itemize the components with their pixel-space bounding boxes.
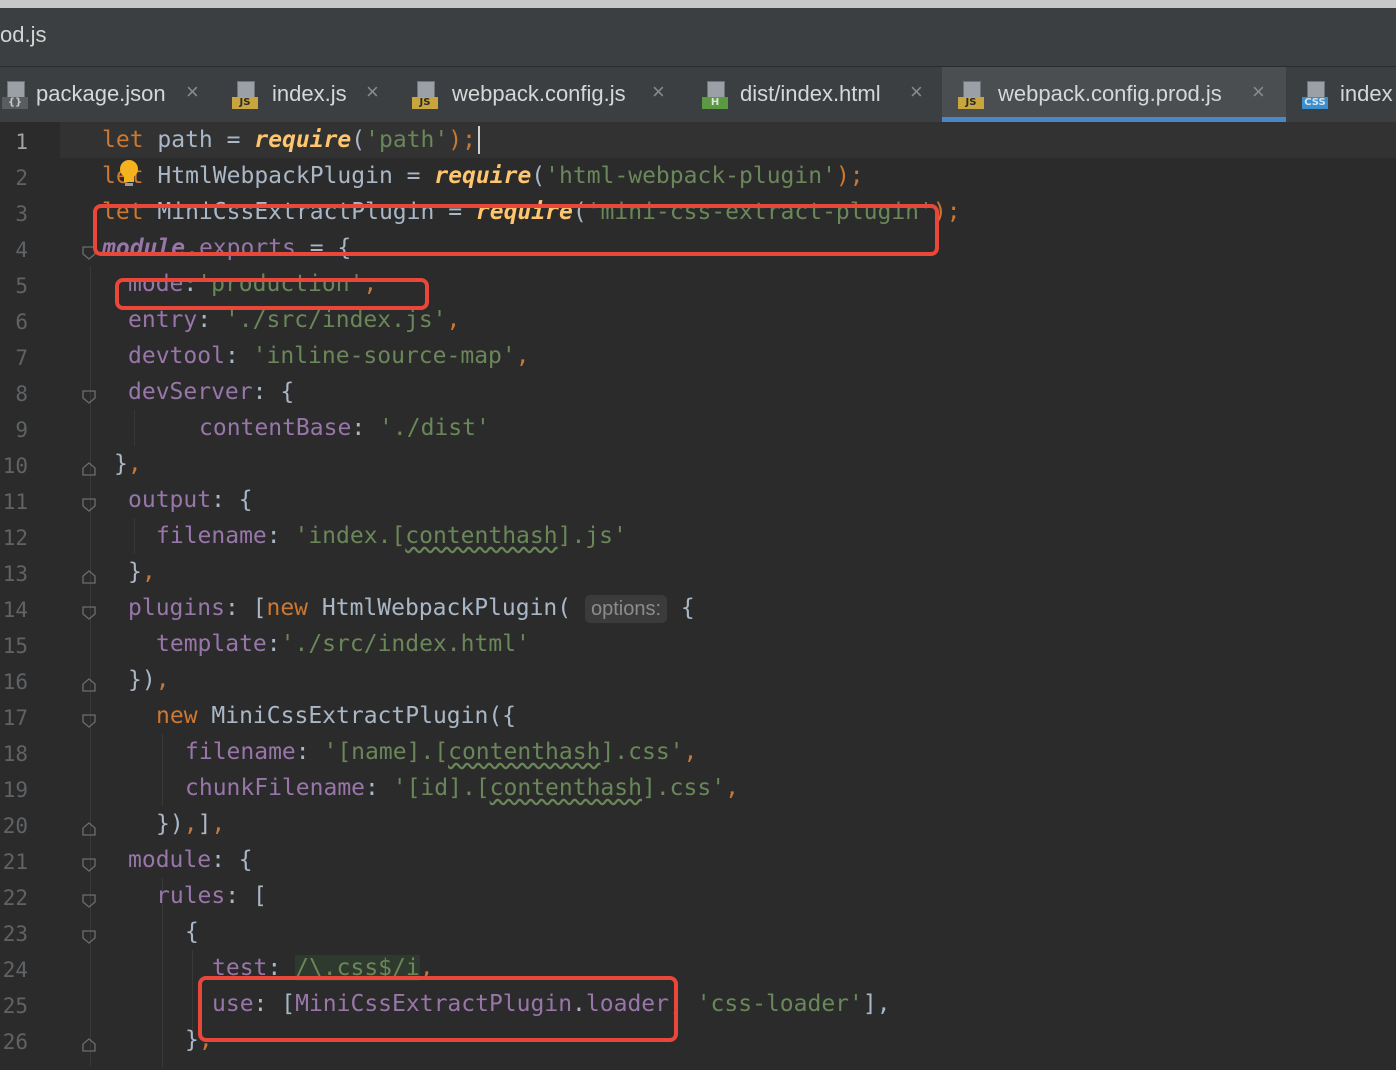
- tab-webpack-config-js[interactable]: JS webpack.config.js ×: [402, 67, 690, 122]
- fold-icon[interactable]: [82, 858, 96, 872]
- fold-icon[interactable]: [82, 390, 96, 404]
- code-line-14: plugins: [new HtmlWebpackPlugin( options…: [128, 594, 695, 623]
- annotation-box-require: [93, 204, 939, 256]
- close-icon[interactable]: ×: [186, 79, 199, 105]
- code-line-18: filename: '[name].[contenthash].css',: [185, 739, 698, 765]
- code-line-20: }),],: [156, 811, 226, 837]
- code-line-1: let path = require('path');: [102, 127, 476, 153]
- fold-icon[interactable]: [82, 1038, 96, 1052]
- text-caret: [478, 126, 480, 154]
- window-top-strip: [0, 0, 1396, 8]
- tab-label: webpack.config.js: [452, 81, 626, 106]
- parameter-hint: options:: [585, 594, 668, 623]
- code-line-17: new MiniCssExtractPlugin({: [156, 703, 517, 729]
- fold-icon[interactable]: [82, 678, 96, 692]
- indent-guide: [134, 518, 135, 554]
- js-file-icon: JS: [232, 81, 258, 109]
- line-number: 20: [2, 814, 28, 838]
- close-icon[interactable]: ×: [1252, 79, 1265, 105]
- line-number: 4: [15, 238, 28, 262]
- code-line-8: devServer: {: [128, 379, 295, 405]
- window-title: od.js: [0, 22, 47, 47]
- code-line-12: filename: 'index.[contenthash].js': [156, 523, 627, 549]
- tab-label: webpack.config.prod.js: [998, 81, 1222, 106]
- line-number: 1: [15, 130, 28, 154]
- line-number-gutter: 1 2 3 4 5 6 7 8 9 10 11 12 13 14 15 16 1…: [0, 122, 60, 1070]
- line-number: 3: [15, 202, 28, 226]
- annotation-box-mode: [115, 278, 429, 310]
- line-number: 25: [2, 994, 28, 1018]
- fold-icon[interactable]: [82, 462, 96, 476]
- line-number: 8: [15, 382, 28, 406]
- line-number: 15: [2, 634, 28, 658]
- tab-package-json[interactable]: {} package.json ×: [0, 67, 222, 122]
- fold-icon[interactable]: [82, 606, 96, 620]
- lightbulb-icon[interactable]: [118, 158, 140, 188]
- json-file-icon: {}: [2, 81, 28, 109]
- code-line-9: contentBase: './dist': [199, 415, 490, 441]
- tab-label: dist/index.html: [740, 81, 881, 106]
- fold-icon[interactable]: [82, 498, 96, 512]
- line-number: 26: [2, 1030, 28, 1054]
- indent-guide: [162, 734, 163, 806]
- line-number: 5: [15, 274, 28, 298]
- code-line-21: module: {: [128, 847, 253, 873]
- line-number: 12: [2, 526, 28, 550]
- line-number: 14: [2, 598, 28, 622]
- html-file-icon: H: [702, 81, 728, 109]
- close-icon[interactable]: ×: [366, 79, 379, 105]
- fold-icon[interactable]: [82, 714, 96, 728]
- line-number: 9: [15, 418, 28, 442]
- code-line-22: rules: [: [156, 883, 267, 909]
- tab-index-css[interactable]: CSS index: [1286, 67, 1396, 122]
- code-line-2: let HtmlWebpackPlugin = require('html-we…: [102, 163, 864, 189]
- js-file-icon: JS: [958, 81, 984, 109]
- line-number: 19: [2, 778, 28, 802]
- line-number: 16: [2, 670, 28, 694]
- tab-webpack-config-prod-js[interactable]: JS webpack.config.prod.js ×: [942, 67, 1286, 122]
- line-number: 21: [2, 850, 28, 874]
- line-number: 23: [2, 922, 28, 946]
- css-file-icon: CSS: [1302, 81, 1328, 109]
- code-line-15: template:'./src/index.html': [156, 631, 530, 657]
- indent-guide: [134, 410, 135, 446]
- annotation-box-loader: [198, 976, 678, 1042]
- line-number: 11: [2, 490, 28, 514]
- code-line-16: }),: [128, 667, 170, 693]
- fold-icon[interactable]: [82, 894, 96, 908]
- code-line-11: output: {: [128, 487, 253, 513]
- code-line-23: {: [185, 919, 199, 945]
- line-number: 7: [15, 346, 28, 370]
- line-number: 22: [2, 886, 28, 910]
- tab-dist-index-html[interactable]: H dist/index.html ×: [690, 67, 942, 122]
- code-line-10: },: [114, 451, 142, 477]
- line-number: 13: [2, 562, 28, 586]
- tab-label: index: [1340, 81, 1393, 106]
- fold-icon[interactable]: [82, 822, 96, 836]
- tab-label: package.json: [36, 81, 166, 106]
- line-number: 2: [15, 166, 28, 190]
- line-number: 18: [2, 742, 28, 766]
- code-line-13: },: [128, 559, 156, 585]
- close-icon[interactable]: ×: [652, 79, 665, 105]
- tab-label: index.js: [272, 81, 347, 106]
- line-number: 10: [2, 454, 28, 478]
- line-number: 24: [2, 958, 28, 982]
- tab-index-js[interactable]: JS index.js ×: [222, 67, 402, 122]
- title-bar: od.js: [0, 8, 1396, 67]
- js-file-icon: JS: [412, 81, 438, 109]
- editor-tab-bar: {} package.json × JS index.js × JS webpa…: [0, 67, 1396, 122]
- close-icon[interactable]: ×: [910, 79, 923, 105]
- code-editor[interactable]: 1 2 3 4 5 6 7 8 9 10 11 12 13 14 15 16 1…: [0, 122, 1396, 1070]
- code-line-19: chunkFilename: '[id].[contenthash].css',: [185, 775, 739, 801]
- line-number: 17: [2, 706, 28, 730]
- code-line-7: devtool: 'inline-source-map',: [128, 343, 530, 369]
- indent-guide: [90, 266, 91, 1066]
- fold-icon[interactable]: [82, 570, 96, 584]
- line-number: 6: [15, 310, 28, 334]
- fold-icon[interactable]: [82, 930, 96, 944]
